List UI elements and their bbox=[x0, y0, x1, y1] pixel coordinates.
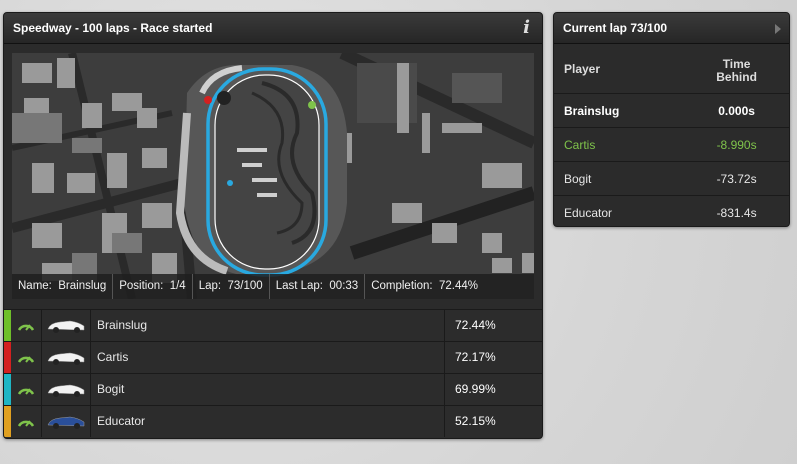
info-icon[interactable]: i bbox=[523, 13, 530, 43]
car-icon bbox=[42, 406, 91, 437]
col-player: Player bbox=[554, 44, 685, 94]
lap-player: Bogit bbox=[554, 161, 685, 196]
status-bar: Name: Brainslug Position: 1/4 Lap: 73/100 L… bbox=[12, 274, 534, 299]
map-graphic bbox=[12, 53, 534, 299]
racer-color-stripe bbox=[4, 406, 11, 437]
racer-row[interactable]: Brainslug 72.44% bbox=[4, 309, 542, 341]
race-header: Speedway - 100 laps - Race started i bbox=[4, 13, 542, 44]
current-lap-panel: Current lap 73/100 Player Time Behind Bra… bbox=[553, 12, 790, 227]
status-position: Position: 1/4 bbox=[113, 274, 193, 299]
lap-header: Current lap 73/100 bbox=[554, 13, 789, 44]
lap-row: Brainslug 0.000s bbox=[554, 93, 789, 128]
racer-completion: 72.44% bbox=[444, 310, 542, 341]
lap-row: Bogit -73.72s bbox=[554, 161, 789, 196]
race-title: Speedway - 100 laps - Race started bbox=[13, 21, 213, 35]
lap-title: Current lap 73/100 bbox=[563, 21, 668, 35]
status-lap: Lap: 73/100 bbox=[193, 274, 270, 299]
lap-time: 0.000s bbox=[684, 93, 789, 128]
speedometer-icon bbox=[11, 310, 42, 341]
expand-arrow-icon[interactable] bbox=[775, 24, 781, 34]
lap-time: -831.4s bbox=[684, 195, 789, 226]
lap-player: Educator bbox=[554, 195, 685, 226]
status-name: Name: Brainslug bbox=[12, 274, 114, 299]
racer-list: Brainslug 72.44% Cartis 72.17% Bogit 69.… bbox=[4, 309, 542, 437]
status-completion: Completion: 72.44% bbox=[371, 280, 478, 292]
car-icon bbox=[42, 342, 91, 373]
racer-color-stripe bbox=[4, 342, 11, 373]
racer-row[interactable]: Bogit 69.99% bbox=[4, 373, 542, 405]
speedometer-icon bbox=[11, 342, 42, 373]
racer-completion: 52.15% bbox=[444, 406, 542, 437]
lap-player: Brainslug bbox=[554, 93, 685, 128]
racer-color-stripe bbox=[4, 310, 11, 341]
racer-row[interactable]: Cartis 72.17% bbox=[4, 341, 542, 373]
lap-row: Cartis -8.990s bbox=[554, 127, 789, 162]
racer-completion: 72.17% bbox=[444, 342, 542, 373]
race-panel: Speedway - 100 laps - Race started i Nam… bbox=[3, 12, 543, 439]
lap-row: Educator -831.4s bbox=[554, 195, 789, 226]
lap-time: -8.990s bbox=[684, 127, 789, 162]
lap-player: Cartis bbox=[554, 127, 685, 162]
car-icon bbox=[42, 374, 91, 405]
lap-table: Player Time Behind Brainslug 0.000s Carti… bbox=[554, 44, 789, 226]
racer-row[interactable]: Educator 52.15% bbox=[4, 405, 542, 437]
racer-name: Educator bbox=[97, 414, 146, 428]
car-icon bbox=[42, 310, 91, 341]
racer-name: Cartis bbox=[97, 350, 129, 364]
col-time-behind: Time Behind bbox=[684, 44, 789, 94]
racer-name: Brainslug bbox=[97, 318, 148, 332]
lap-table-header: Player Time Behind bbox=[554, 44, 789, 94]
lap-time: -73.72s bbox=[684, 161, 789, 196]
status-last-lap: Last Lap: 00:33 bbox=[270, 274, 366, 299]
racer-completion: 69.99% bbox=[444, 374, 542, 405]
racer-name: Bogit bbox=[97, 382, 125, 396]
speedometer-icon bbox=[11, 406, 42, 437]
race-map: Name: Brainslug Position: 1/4 Lap: 73/100 L… bbox=[12, 53, 534, 299]
racer-color-stripe bbox=[4, 374, 11, 405]
speedometer-icon bbox=[11, 374, 42, 405]
